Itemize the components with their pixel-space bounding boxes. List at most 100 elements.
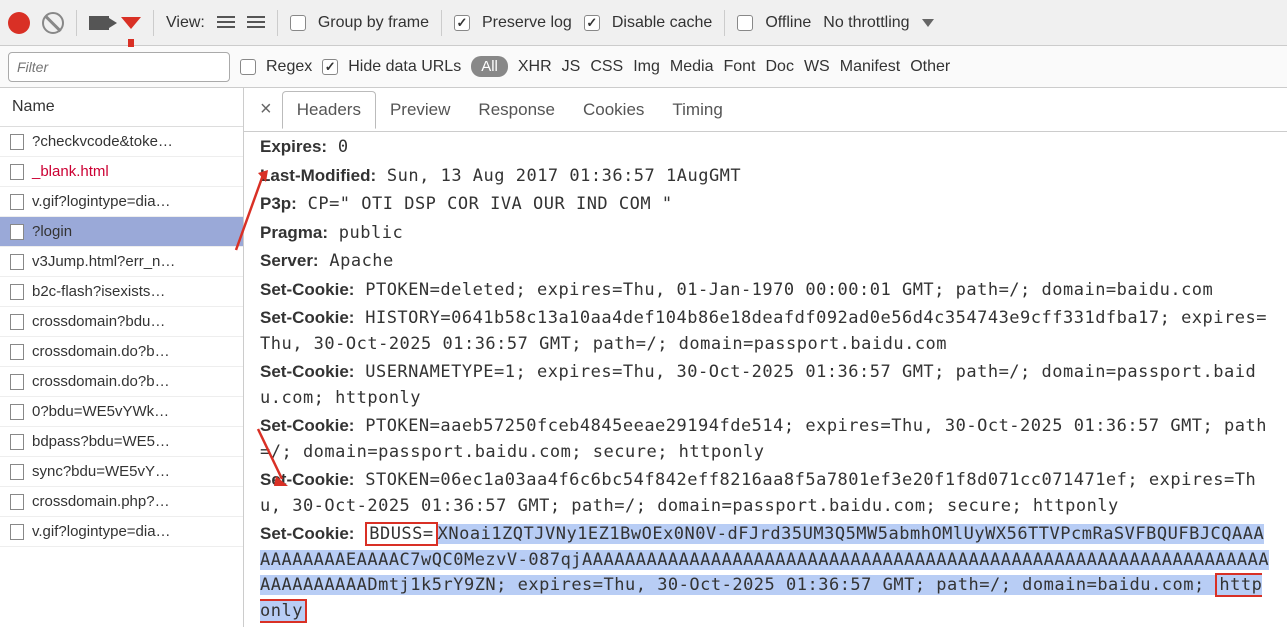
hide-data-urls-label: Hide data URLs	[348, 58, 461, 76]
type-css[interactable]: CSS	[590, 58, 623, 76]
header-key: Set-Cookie:	[260, 524, 354, 543]
file-icon	[10, 374, 24, 390]
regex-label: Regex	[266, 58, 312, 76]
request-row[interactable]: bdpass?bdu=WE5…	[0, 427, 243, 457]
request-list: ?checkvcode&toke…_blank.htmlv.gif?logint…	[0, 127, 243, 547]
request-row[interactable]: v3Jump.html?err_n…	[0, 247, 243, 277]
headers-content[interactable]: Expires: 0 Last-Modified: Sun, 13 Aug 20…	[244, 132, 1287, 627]
offline-checkbox[interactable]	[737, 15, 753, 31]
close-icon[interactable]: ×	[250, 98, 282, 121]
request-row[interactable]: v.gif?logintype=dia…	[0, 187, 243, 217]
chevron-down-icon[interactable]	[922, 19, 934, 27]
header-key: P3p:	[260, 194, 297, 213]
group-by-frame-checkbox[interactable]	[290, 15, 306, 31]
tab-preview[interactable]: Preview	[376, 92, 464, 128]
header-key: Last-Modified:	[260, 166, 376, 185]
header-value: Sun, 13 Aug 2017 01:36:57 1AugGMT	[387, 166, 741, 186]
detail-tabs: × Headers Preview Response Cookies Timin…	[244, 88, 1287, 132]
file-icon	[10, 284, 24, 300]
file-icon	[10, 344, 24, 360]
request-name: crossdomain.php?…	[32, 493, 170, 510]
header-value: ; expires=Thu, 30-Oct-2025 01:36:57 GMT;…	[496, 575, 1215, 595]
header-key: Set-Cookie:	[260, 470, 354, 489]
camera-icon[interactable]	[89, 16, 109, 30]
request-name: crossdomain?bdu…	[32, 313, 165, 330]
group-by-frame-label: Group by frame	[318, 14, 429, 32]
file-icon	[10, 194, 24, 210]
request-row[interactable]: v.gif?logintype=dia…	[0, 517, 243, 547]
filter-icon[interactable]	[121, 17, 141, 29]
file-icon	[10, 494, 24, 510]
type-other[interactable]: Other	[910, 58, 950, 76]
request-name: crossdomain.do?b…	[32, 373, 170, 390]
header-value: USERNAMETYPE=1; expires=Thu, 30-Oct-2025…	[260, 362, 1256, 408]
tab-cookies[interactable]: Cookies	[569, 92, 658, 128]
divider	[277, 10, 278, 36]
request-name: sync?bdu=WE5vY…	[32, 463, 170, 480]
disable-cache-label: Disable cache	[612, 14, 713, 32]
header-value: public	[339, 223, 403, 243]
header-key: Set-Cookie:	[260, 362, 354, 381]
type-manifest[interactable]: Manifest	[840, 58, 900, 76]
file-icon	[10, 524, 24, 540]
header-value: 0	[338, 137, 349, 157]
divider	[724, 10, 725, 36]
request-row[interactable]: crossdomain.php?…	[0, 487, 243, 517]
view-label: View:	[166, 14, 205, 32]
main-area: Name ?checkvcode&toke…_blank.htmlv.gif?l…	[0, 88, 1287, 627]
file-icon	[10, 464, 24, 480]
divider	[441, 10, 442, 36]
tab-headers[interactable]: Headers	[282, 91, 376, 129]
divider	[153, 10, 154, 36]
request-row[interactable]: 0?bdu=WE5vYWk…	[0, 397, 243, 427]
tab-response[interactable]: Response	[464, 92, 569, 128]
header-value: PTOKEN=aaeb57250fceb4845eeae29194fde514;…	[260, 416, 1267, 462]
type-ws[interactable]: WS	[804, 58, 830, 76]
header-key: Set-Cookie:	[260, 280, 354, 299]
request-row[interactable]: crossdomain?bdu…	[0, 307, 243, 337]
large-rows-icon[interactable]	[217, 16, 235, 30]
filter-input[interactable]	[8, 52, 230, 82]
request-row[interactable]: crossdomain.do?b…	[0, 337, 243, 367]
request-row[interactable]: ?login	[0, 217, 243, 247]
throttling-select[interactable]: No throttling	[823, 14, 909, 32]
request-sidebar: Name ?checkvcode&toke…_blank.htmlv.gif?l…	[0, 88, 244, 627]
request-row[interactable]: sync?bdu=WE5vY…	[0, 457, 243, 487]
request-name: 0?bdu=WE5vYWk…	[32, 403, 169, 420]
type-font[interactable]: Font	[723, 58, 755, 76]
request-row[interactable]: ?checkvcode&toke…	[0, 127, 243, 157]
waterfall-icon[interactable]	[247, 16, 265, 30]
preserve-log-label: Preserve log	[482, 14, 572, 32]
type-all[interactable]: All	[471, 56, 508, 77]
type-js[interactable]: JS	[562, 58, 581, 76]
header-key: Server:	[260, 251, 319, 270]
record-icon[interactable]	[8, 12, 30, 34]
header-key: Pragma:	[260, 223, 328, 242]
disable-cache-checkbox[interactable]	[584, 15, 600, 31]
file-icon	[10, 434, 24, 450]
header-key: Expires:	[260, 137, 327, 156]
tab-timing[interactable]: Timing	[658, 92, 736, 128]
type-xhr[interactable]: XHR	[518, 58, 552, 76]
clear-icon[interactable]	[42, 12, 64, 34]
header-value: Apache	[329, 251, 393, 271]
name-column-header[interactable]: Name	[0, 88, 243, 127]
bduss-highlight: BDUSS=	[365, 522, 437, 546]
file-icon	[10, 254, 24, 270]
preserve-log-checkbox[interactable]	[454, 15, 470, 31]
divider	[76, 10, 77, 36]
hide-data-urls-checkbox[interactable]	[322, 59, 338, 75]
header-value: CP=" OTI DSP COR IVA OUR IND COM "	[308, 194, 673, 214]
type-media[interactable]: Media	[670, 58, 714, 76]
header-value: STOKEN=06ec1a03aa4f6c6bc54f842eff8216aa8…	[260, 470, 1256, 516]
file-icon	[10, 404, 24, 420]
request-name: v3Jump.html?err_n…	[32, 253, 175, 270]
type-doc[interactable]: Doc	[766, 58, 794, 76]
type-img[interactable]: Img	[633, 58, 660, 76]
request-row[interactable]: _blank.html	[0, 157, 243, 187]
detail-panel: × Headers Preview Response Cookies Timin…	[244, 88, 1287, 627]
request-row[interactable]: crossdomain.do?b…	[0, 367, 243, 397]
request-row[interactable]: b2c-flash?isexists…	[0, 277, 243, 307]
offline-label: Offline	[765, 14, 811, 32]
regex-checkbox[interactable]	[240, 59, 256, 75]
